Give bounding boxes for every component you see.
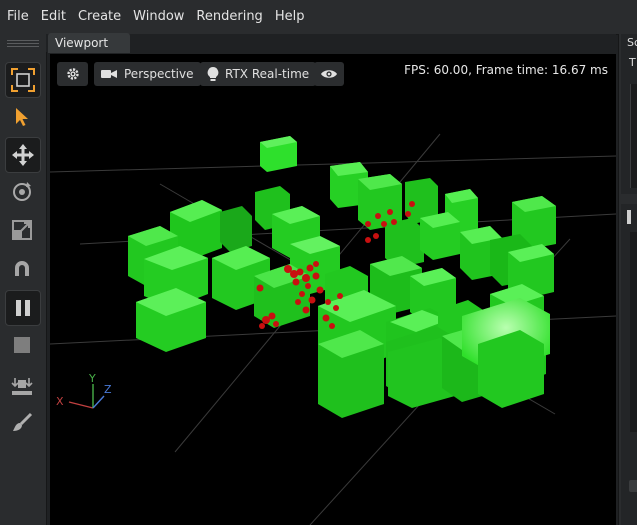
pause-button[interactable] bbox=[5, 290, 41, 326]
left-toolbar bbox=[0, 34, 47, 525]
menu-help[interactable]: Help bbox=[270, 0, 310, 34]
axis-gizmo: X Y Z bbox=[56, 372, 112, 409]
visibility-button[interactable] bbox=[314, 62, 344, 86]
rotate-icon bbox=[13, 182, 31, 201]
property-panel-edge bbox=[627, 210, 631, 224]
menu-rendering[interactable]: Rendering bbox=[191, 0, 267, 34]
move-tool-button[interactable] bbox=[5, 137, 41, 173]
render-mode-label: RTX Real-time bbox=[225, 67, 310, 81]
stop-icon bbox=[14, 337, 30, 353]
toolbar-grip[interactable] bbox=[7, 40, 39, 50]
stage-tab-fragment[interactable]: Sc bbox=[627, 36, 637, 49]
stage-panel: Sc T bbox=[621, 34, 637, 194]
light-bulb-icon bbox=[207, 66, 219, 81]
paint-brush-icon bbox=[13, 412, 33, 431]
render-mode-button[interactable]: RTX Real-time bbox=[200, 62, 317, 86]
move-icon bbox=[12, 144, 34, 166]
right-panel: Sc T bbox=[618, 34, 637, 525]
drop-tool-button[interactable] bbox=[5, 370, 39, 404]
video-camera-icon bbox=[101, 70, 117, 78]
pause-icon bbox=[16, 300, 30, 316]
stop-button[interactable] bbox=[5, 328, 39, 362]
green-cube-cluster bbox=[128, 136, 556, 418]
stage-column-fragment: T bbox=[629, 56, 636, 69]
property-toggle[interactable] bbox=[629, 480, 637, 492]
viewport[interactable]: Perspective RTX Real-time FPS: 60.00, Fr… bbox=[50, 54, 616, 525]
axis-y-label: Y bbox=[88, 372, 96, 385]
snap-button[interactable] bbox=[5, 252, 39, 286]
viewport-scene[interactable] bbox=[50, 54, 616, 525]
menu-window[interactable]: Window bbox=[128, 0, 189, 34]
rotate-tool-button[interactable] bbox=[5, 175, 39, 209]
paint-tool-button[interactable] bbox=[5, 406, 39, 440]
axis-z-label: Z bbox=[104, 383, 112, 396]
fps-readout: FPS: 60.00, Frame time: 16.67 ms bbox=[404, 63, 608, 77]
menu-bar: File Edit Create Window Rendering Help bbox=[0, 0, 637, 35]
viewport-settings-button[interactable] bbox=[57, 62, 88, 86]
scale-tool-button[interactable] bbox=[5, 213, 39, 247]
menu-create[interactable]: Create bbox=[73, 0, 126, 34]
tab-viewport[interactable]: Viewport bbox=[48, 33, 130, 53]
menu-file[interactable]: File bbox=[2, 0, 34, 34]
select-mode-button[interactable] bbox=[5, 62, 41, 98]
axis-x-label: X bbox=[56, 395, 64, 408]
stage-tree-list[interactable] bbox=[630, 84, 637, 188]
property-panel bbox=[621, 204, 637, 525]
camera-button[interactable]: Perspective bbox=[94, 62, 201, 86]
select-mode-icon bbox=[11, 68, 35, 92]
select-tool-button[interactable] bbox=[5, 100, 39, 134]
eye-icon bbox=[321, 70, 337, 78]
menu-edit[interactable]: Edit bbox=[36, 0, 71, 34]
tab-viewport-label: Viewport bbox=[55, 36, 109, 50]
viewport-tabbar: Viewport bbox=[46, 33, 616, 53]
magnet-icon bbox=[15, 261, 29, 276]
gear-icon bbox=[66, 68, 79, 80]
drop-to-floor-icon bbox=[11, 378, 33, 395]
arrow-cursor-icon bbox=[16, 108, 28, 126]
scale-icon bbox=[12, 220, 32, 240]
property-list[interactable] bbox=[630, 232, 637, 432]
camera-label: Perspective bbox=[124, 67, 194, 81]
